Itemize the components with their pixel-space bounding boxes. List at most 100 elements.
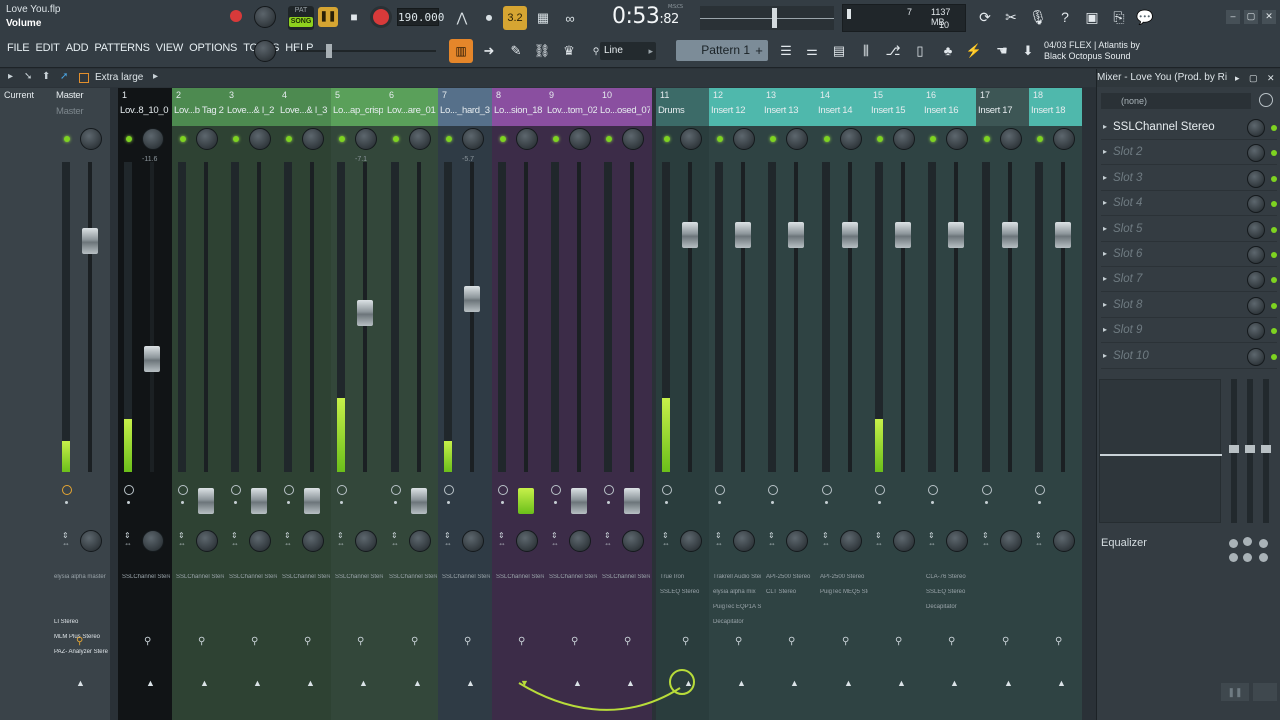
pitch-thumb[interactable] — [326, 44, 332, 58]
effect-slot-2[interactable]: ▸ Slot 2 — [1101, 141, 1277, 166]
swap-channels-icon[interactable]: ⇕ ⇔ — [337, 532, 345, 548]
stereo-knob[interactable] — [196, 530, 218, 552]
track-enable-led[interactable] — [877, 136, 883, 142]
route-plug-icon[interactable]: ⚲ — [304, 636, 314, 650]
pan-knob[interactable] — [462, 128, 484, 150]
track-name[interactable]: Insert 14 — [818, 105, 868, 116]
stereo-knob[interactable] — [733, 530, 755, 552]
volume-fader[interactable] — [251, 488, 267, 514]
polarity-dot[interactable] — [340, 501, 343, 504]
volume-fader[interactable] — [518, 488, 534, 514]
swap-channels-icon[interactable]: ⇕ ⇔ — [715, 532, 723, 548]
slot-enable-led[interactable] — [1271, 175, 1277, 182]
track-header[interactable]: 15 Insert 15 — [869, 88, 922, 126]
track-name[interactable]: Love...& I_3 — [280, 105, 330, 116]
record-button[interactable] — [373, 9, 389, 25]
track-name[interactable]: Insert 17 — [978, 105, 1028, 116]
pat-label[interactable]: PAT — [295, 7, 308, 14]
volume-fader[interactable] — [198, 488, 214, 514]
tempo-display[interactable]: 190.000 — [397, 8, 444, 26]
track-name[interactable]: Lov...b Tag 2 — [174, 105, 224, 116]
track-header[interactable]: 13 Insert 13 — [762, 88, 816, 126]
stereo-separation-icon[interactable] — [982, 485, 992, 495]
route-plug-icon[interactable]: ⚲ — [735, 636, 745, 650]
swap-channels-icon[interactable]: ⇕ ⇔ — [822, 532, 830, 548]
eq-bw-knob-2[interactable] — [1243, 553, 1252, 562]
track-name[interactable]: Lov..8_10_0 — [120, 105, 170, 116]
slot-enable-led[interactable] — [1271, 150, 1277, 157]
mixer-tool-3-icon[interactable]: ➚ — [60, 71, 68, 82]
effect-slot-1[interactable]: ▸ SSLChannel Stereo — [1101, 116, 1277, 140]
stereo-separation-icon[interactable] — [1035, 485, 1045, 495]
polarity-dot[interactable] — [127, 501, 130, 504]
mixer-track-18[interactable]: 18 Insert 18 ⇕ ⇔ ⚲ ▲ — [1029, 88, 1082, 720]
stereo-separation-icon[interactable] — [62, 485, 72, 495]
mixer-track-1[interactable]: 1 Lov..8_10_0 -11.6 ⇕ ⇔ SSLChannel Stereo ⚲ ▲ — [118, 88, 172, 720]
swap-channels-icon[interactable]: ⇕ ⇔ — [124, 532, 132, 548]
slot-mix-knob[interactable] — [1247, 347, 1265, 366]
route-plug-icon[interactable]: ⚲ — [624, 636, 634, 650]
volume-fader[interactable] — [1055, 222, 1071, 248]
slot-mix-knob[interactable] — [1247, 271, 1265, 290]
swap-channels-icon[interactable]: ⇕ ⇔ — [662, 532, 670, 548]
stereo-separation-icon[interactable] — [284, 485, 294, 495]
mixer-tool-1-icon[interactable]: ➘ — [24, 71, 32, 82]
swap-channels-icon[interactable]: ⇕ ⇔ — [928, 532, 936, 548]
master-pitch-slider[interactable] — [296, 44, 440, 58]
slot-mix-knob[interactable] — [1247, 246, 1265, 264]
piano-roll-icon[interactable]: ⚌ — [800, 39, 824, 63]
stereo-knob[interactable] — [249, 530, 271, 552]
track-header[interactable]: 18 Insert 18 — [1029, 88, 1082, 126]
effect-slot-10[interactable]: ▸ Slot 10 — [1101, 345, 1277, 369]
stereo-knob[interactable] — [1000, 530, 1022, 552]
mixer-track-11[interactable]: 11 Drums ⇕ ⇔ True Iron SSLEQ Stereo ⚲ ▲ — [656, 88, 709, 720]
volume-fader[interactable] — [571, 488, 587, 514]
polarity-dot[interactable] — [771, 501, 774, 504]
send-arrow-icon[interactable]: ▲ — [359, 678, 368, 688]
stop-button[interactable]: ■ — [344, 7, 364, 27]
pan-knob[interactable] — [355, 128, 377, 150]
track-header[interactable]: 9 Lov...tom_02 — [545, 88, 598, 126]
slot-mix-knob[interactable] — [1247, 296, 1265, 315]
pan-knob[interactable] — [786, 128, 808, 150]
polarity-dot[interactable] — [65, 501, 68, 504]
track-enable-led[interactable] — [824, 136, 830, 142]
play-button[interactable]: ❚❚ — [318, 7, 338, 27]
track-name[interactable]: Lov...are_01 — [387, 105, 437, 116]
swap-channels-icon[interactable]: ⇕ ⇔ — [498, 532, 506, 548]
pan-knob[interactable] — [516, 128, 538, 150]
route-plug-icon[interactable]: ⚲ — [1055, 636, 1065, 650]
polarity-dot[interactable] — [607, 501, 610, 504]
stereo-knob[interactable] — [516, 530, 538, 552]
track-enable-led[interactable] — [233, 136, 239, 142]
pat-song-toggle[interactable]: PAT SONG — [288, 6, 314, 30]
menu-file[interactable]: FILE — [4, 42, 32, 54]
panel-toggle-icon[interactable]: ❚❚ — [1221, 683, 1249, 701]
swap-channels-icon[interactable]: ⇕ ⇔ — [982, 532, 990, 548]
song-label[interactable]: SONG — [289, 17, 313, 27]
track-name[interactable]: Drums — [658, 105, 708, 116]
send-arrow-icon[interactable]: ▲ — [306, 678, 315, 688]
stereo-separation-icon[interactable] — [337, 485, 347, 495]
mixer-menu-arrow-icon[interactable]: ▸ — [8, 71, 13, 82]
track-header[interactable]: 16 Insert 16 — [922, 88, 976, 126]
plugin-picker-icon[interactable]: ♣ — [936, 39, 960, 63]
track-header[interactable]: 2 Lov...b Tag 2 — [172, 88, 225, 126]
volume-fader[interactable] — [895, 222, 911, 248]
effect-slot-7[interactable]: ▸ Slot 7 — [1101, 268, 1277, 293]
send-arrow-icon[interactable]: ▲ — [466, 678, 475, 688]
stereo-separation-icon[interactable] — [875, 485, 885, 495]
volume-fader[interactable] — [735, 222, 751, 248]
polarity-dot[interactable] — [287, 501, 290, 504]
slot-enable-led[interactable] — [1271, 125, 1277, 131]
mixer-track-8[interactable]: 8 Lo...sion_18 ⇕ ⇔ SSLChannel Stereo ⚲ ▼ — [492, 88, 545, 720]
polarity-dot[interactable] — [718, 501, 721, 504]
send-arrow-icon[interactable]: ▲ — [737, 678, 746, 688]
pan-knob[interactable] — [946, 128, 968, 150]
stereo-knob[interactable] — [302, 530, 324, 552]
track-enable-led[interactable] — [339, 136, 345, 142]
volume-fader[interactable] — [682, 222, 698, 248]
pan-knob[interactable] — [733, 128, 755, 150]
mixer-track-3[interactable]: 3 Love...& I_2 ⇕ ⇔ SSLChannel Stereo ⚲ ▲ — [225, 88, 278, 720]
swap-channels-icon[interactable]: ⇕ ⇔ — [444, 532, 452, 548]
